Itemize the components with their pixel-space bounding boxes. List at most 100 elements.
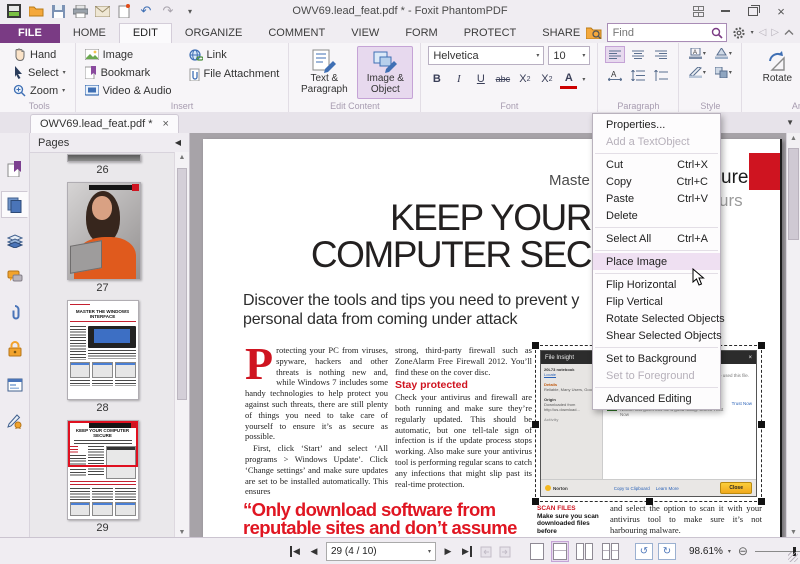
insert-file-attachment-button[interactable]: File Attachment (187, 65, 282, 83)
hand-tool-button[interactable]: Hand (11, 46, 68, 63)
ribbon-tab-home[interactable]: HOME (60, 24, 119, 43)
ribbon-tab-view[interactable]: VIEW (338, 24, 392, 43)
page-thumbnail[interactable]: KEEP YOUR COMPUTER SECURE (67, 420, 139, 520)
context-menu-item-select-all[interactable]: Select AllCtrl+A (593, 230, 720, 247)
paragraph-spacing-button[interactable] (651, 67, 671, 84)
document-scrollbar[interactable]: ▲ ▼ (786, 133, 800, 538)
edit-text-paragraph-button[interactable]: Text & Paragraph (296, 46, 352, 99)
context-menu-item-shear-selected-objects[interactable]: Shear Selected Objects (593, 327, 720, 344)
selection-handle[interactable] (758, 342, 765, 349)
font-family-select[interactable]: Helvetica▾ (428, 46, 544, 65)
facing-view-button[interactable] (574, 541, 595, 562)
rotate-button[interactable]: Rotate (749, 46, 800, 99)
ribbon-tab-protect[interactable]: PROTECT (451, 24, 530, 43)
document-tab-close-icon[interactable]: × (163, 118, 169, 130)
insert-bookmark-button[interactable]: Bookmark (83, 64, 174, 81)
ribbon-tab-comment[interactable]: COMMENT (255, 24, 338, 43)
resize-grip[interactable] (788, 552, 798, 562)
font-color-button[interactable]: A (560, 69, 577, 89)
redo-button[interactable]: ↷ (159, 3, 177, 19)
next-page-button[interactable]: ▶ (441, 543, 455, 559)
edit-image-object-button[interactable]: Image & Object (357, 46, 413, 99)
minimize-button[interactable] (712, 3, 738, 19)
align-right-button[interactable] (651, 46, 671, 63)
line-spacing-button[interactable] (628, 67, 648, 84)
gear-dropdown-icon[interactable]: ▾ (751, 29, 754, 36)
scroll-up-icon[interactable]: ▲ (175, 154, 189, 161)
ribbon-tab-edit[interactable]: EDIT (119, 23, 172, 43)
ribbon-tab-form[interactable]: FORM (392, 24, 450, 43)
page-thumbnail[interactable] (67, 154, 141, 162)
selection-handle[interactable] (758, 421, 765, 428)
next-view-icon[interactable]: ▷ (771, 27, 779, 38)
zoom-percentage[interactable]: 98.61% (689, 546, 723, 557)
char-spacing-button[interactable]: A (605, 67, 625, 84)
insert-image-button[interactable]: Image (83, 46, 174, 63)
sidebar-pages-icon[interactable] (1, 191, 28, 218)
gear-icon[interactable] (732, 26, 746, 40)
tab-list-dropdown-icon[interactable]: ▼ (786, 118, 794, 127)
ui-layout-icon[interactable] (684, 3, 710, 19)
continuous-view-button[interactable] (551, 541, 569, 562)
sidebar-security-icon[interactable] (1, 335, 28, 362)
sidebar-bookmarks-icon[interactable] (1, 155, 28, 182)
document-tab[interactable]: OWV69.lead_feat.pdf * × (30, 114, 179, 133)
ribbon-tab-share[interactable]: SHARE (529, 24, 593, 43)
context-menu-item-rotate-selected-objects[interactable]: Rotate Selected Objects (593, 310, 720, 327)
scroll-down-icon[interactable]: ▼ (175, 529, 189, 536)
effects-style-button[interactable]: ▾ (712, 65, 734, 80)
single-page-view-button[interactable] (528, 541, 546, 562)
ribbon-tab-file[interactable]: FILE (0, 24, 60, 43)
strikethrough-button[interactable]: abc (494, 71, 511, 88)
undo-button[interactable]: ↶ (137, 3, 155, 19)
font-color-dropdown-icon[interactable]: ▾ (582, 76, 585, 83)
search-icon[interactable] (711, 27, 723, 39)
page-thumbnail[interactable]: MASTER THE WINDOWS INTERFACE (67, 300, 139, 400)
close-button[interactable]: × (768, 3, 794, 19)
sidebar-attachment-icon[interactable] (1, 299, 28, 326)
font-size-select[interactable]: 10▾ (548, 46, 590, 65)
opacity-style-button[interactable]: ▾ (686, 65, 708, 80)
scroll-down-icon[interactable]: ▼ (787, 529, 800, 536)
bold-button[interactable]: B (428, 71, 445, 88)
context-menu-item-delete[interactable]: Delete (593, 207, 720, 224)
facing-continuous-view-button[interactable] (600, 541, 621, 562)
app-icon[interactable] (5, 3, 23, 19)
search-folder-icon[interactable] (586, 26, 602, 39)
context-menu-item-properties[interactable]: Properties... (593, 116, 720, 133)
zoom-out-button[interactable]: ⊖ (736, 543, 750, 559)
zoom-dropdown-icon[interactable]: ▾ (728, 548, 731, 555)
sidebar-comments-icon[interactable] (1, 263, 28, 290)
superscript-button[interactable]: X2 (516, 71, 533, 88)
sidebar-layers-icon[interactable] (1, 227, 28, 254)
last-page-button[interactable]: ▶ (460, 543, 474, 559)
context-menu-item-paste[interactable]: PasteCtrl+V (593, 190, 720, 207)
context-menu-item-copy[interactable]: CopyCtrl+C (593, 173, 720, 190)
insert-link-button[interactable]: Link (187, 46, 282, 64)
selection-handle[interactable] (532, 421, 539, 428)
email-button[interactable] (93, 3, 111, 19)
rotate-left-button[interactable]: ↺ (635, 543, 653, 560)
scrollbar-thumb[interactable] (177, 168, 187, 400)
italic-button[interactable]: I (450, 71, 467, 88)
find-input[interactable] (611, 26, 711, 40)
subscript-button[interactable]: X2 (538, 71, 555, 88)
zoom-tool-button[interactable]: Zoom▾ (11, 82, 68, 99)
page-number-field[interactable]: 29 (4 / 10)▾ (326, 542, 436, 561)
context-menu-item-cut[interactable]: CutCtrl+X (593, 156, 720, 173)
align-center-button[interactable] (628, 46, 648, 63)
page-thumbnail[interactable] (67, 182, 141, 280)
scrollbar-thumb[interactable] (788, 148, 799, 240)
underline-button[interactable]: U (472, 71, 489, 88)
insert-video-audio-button[interactable]: Video & Audio (83, 82, 174, 99)
pages-panel-scrollbar[interactable]: ▲ ▼ (174, 152, 189, 538)
ribbon-tab-organize[interactable]: ORGANIZE (172, 24, 255, 43)
previous-view-icon[interactable]: ◁ (759, 27, 767, 38)
fill-style-button[interactable]: A▾ (686, 46, 708, 61)
sidebar-signature-icon[interactable] (1, 407, 28, 434)
previous-page-button[interactable]: ◀ (307, 543, 321, 559)
open-button[interactable] (27, 3, 45, 19)
print-button[interactable] (71, 3, 89, 19)
restore-button[interactable] (740, 3, 766, 19)
customize-qat-dropdown[interactable]: ▾ (181, 3, 199, 19)
